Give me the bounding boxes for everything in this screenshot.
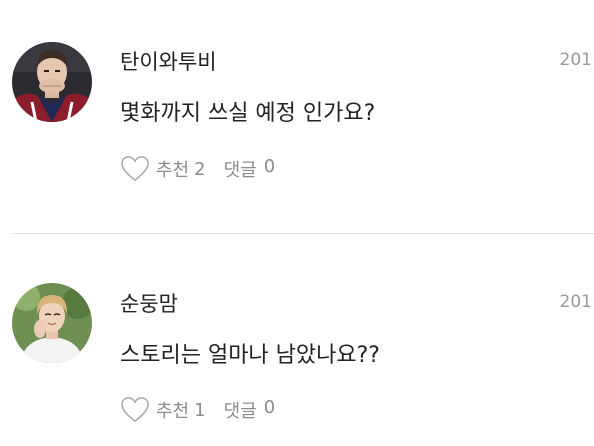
comment-item: 순둥맘 201 스토리는 얼마나 남았나요?? 추천 1 댓글 0: [0, 241, 594, 441]
reply-button[interactable]: 댓글 0: [224, 156, 276, 182]
reply-label: 댓글: [223, 160, 257, 181]
reply-count: 0: [263, 397, 276, 418]
reply-count: 0: [263, 156, 276, 177]
reply-label: 댓글: [223, 401, 257, 422]
comment-actions: 추천 1 댓글 0: [120, 396, 275, 424]
reply-button[interactable]: 댓글 0: [224, 397, 276, 423]
avatar[interactable]: [12, 42, 92, 122]
like-count: 1: [194, 399, 206, 421]
comment-author[interactable]: 순둥맘: [120, 288, 178, 318]
comment-author[interactable]: 탄이와투비: [120, 46, 217, 76]
heart-outline-icon: [121, 397, 149, 423]
comment-date: 201: [559, 292, 592, 312]
heart-outline-icon: [121, 156, 149, 182]
like-count: 2: [194, 158, 206, 180]
comment-actions: 추천 2 댓글 0: [120, 155, 275, 183]
comment-item: 탄이와투비 201 몇화까지 쓰실 예정 인가요? 추천 2 댓글 0: [0, 0, 594, 200]
avatar[interactable]: [12, 283, 92, 363]
like-label: 추천: [156, 401, 190, 422]
like-button[interactable]: 추천 2: [120, 155, 206, 183]
comment-text: 몇화까지 쓰실 예정 인가요?: [120, 101, 376, 126]
comment-date: 201: [559, 50, 592, 70]
like-label: 추천: [156, 160, 190, 181]
comment-divider: [12, 233, 594, 234]
comment-text: 스토리는 얼마나 남았나요??: [120, 343, 380, 368]
like-button[interactable]: 추천 1: [120, 396, 206, 424]
